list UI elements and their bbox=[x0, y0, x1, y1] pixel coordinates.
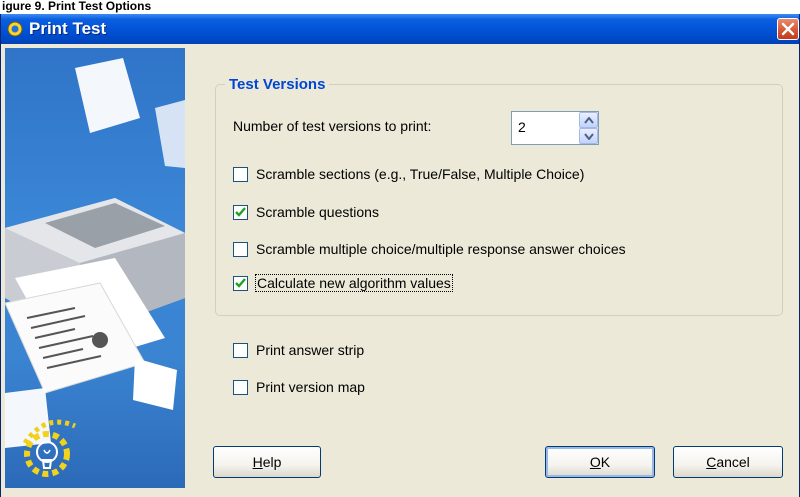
spinner-down-button[interactable] bbox=[579, 128, 598, 144]
checkbox-box[interactable] bbox=[233, 380, 248, 395]
versions-spinner[interactable]: 2 bbox=[511, 111, 599, 145]
figure-caption: igure 9. Print Test Options bbox=[2, 0, 152, 13]
close-icon bbox=[781, 22, 795, 36]
checkbox-label[interactable]: Scramble sections (e.g., True/False, Mul… bbox=[256, 166, 584, 182]
group-legend: Test Versions bbox=[225, 76, 330, 93]
checkbox-label[interactable]: Print version map bbox=[256, 379, 365, 395]
spinner-buttons bbox=[579, 112, 598, 144]
app-icon bbox=[7, 21, 23, 37]
title-bar[interactable]: Print Test bbox=[1, 14, 799, 44]
help-button[interactable]: Help bbox=[213, 446, 321, 478]
checkbox-box[interactable] bbox=[233, 276, 248, 291]
print-test-dialog: Print Test Test Versions Number of test … bbox=[0, 14, 800, 497]
checkbox-box[interactable] bbox=[233, 242, 248, 257]
cancel-mnemonic: C bbox=[706, 454, 717, 470]
checkbox-label[interactable]: Calculate new algorithm values bbox=[255, 274, 453, 292]
versions-label: Number of test versions to print: bbox=[233, 118, 432, 134]
checkbox-box[interactable] bbox=[233, 343, 248, 358]
checkbox-box[interactable] bbox=[233, 205, 248, 220]
close-button[interactable] bbox=[777, 18, 799, 40]
checkbox-box[interactable] bbox=[233, 167, 248, 182]
help-mnemonic: H bbox=[252, 454, 263, 470]
checkbox-label[interactable]: Scramble multiple choice/multiple respon… bbox=[256, 241, 626, 257]
checkmark-icon bbox=[235, 207, 246, 217]
lightbulb-icon bbox=[23, 430, 71, 482]
cancel-label: ancel bbox=[716, 454, 750, 470]
versions-value[interactable]: 2 bbox=[518, 119, 526, 135]
ok-mnemonic: O bbox=[589, 454, 601, 470]
chevron-down-icon bbox=[584, 133, 594, 140]
checkbox-label[interactable]: Print answer strip bbox=[256, 342, 364, 358]
checkbox-label[interactable]: Scramble questions bbox=[256, 204, 379, 220]
cancel-button[interactable]: Cancel bbox=[673, 446, 783, 478]
printer-illustration bbox=[5, 48, 185, 488]
chevron-up-icon bbox=[584, 117, 594, 124]
dialog-title: Print Test bbox=[29, 19, 107, 38]
checkmark-icon bbox=[235, 278, 246, 288]
ok-label: K bbox=[600, 454, 611, 470]
ok-button[interactable]: OK bbox=[545, 446, 655, 478]
help-label: elp bbox=[262, 454, 282, 470]
spinner-up-button[interactable] bbox=[579, 112, 598, 128]
